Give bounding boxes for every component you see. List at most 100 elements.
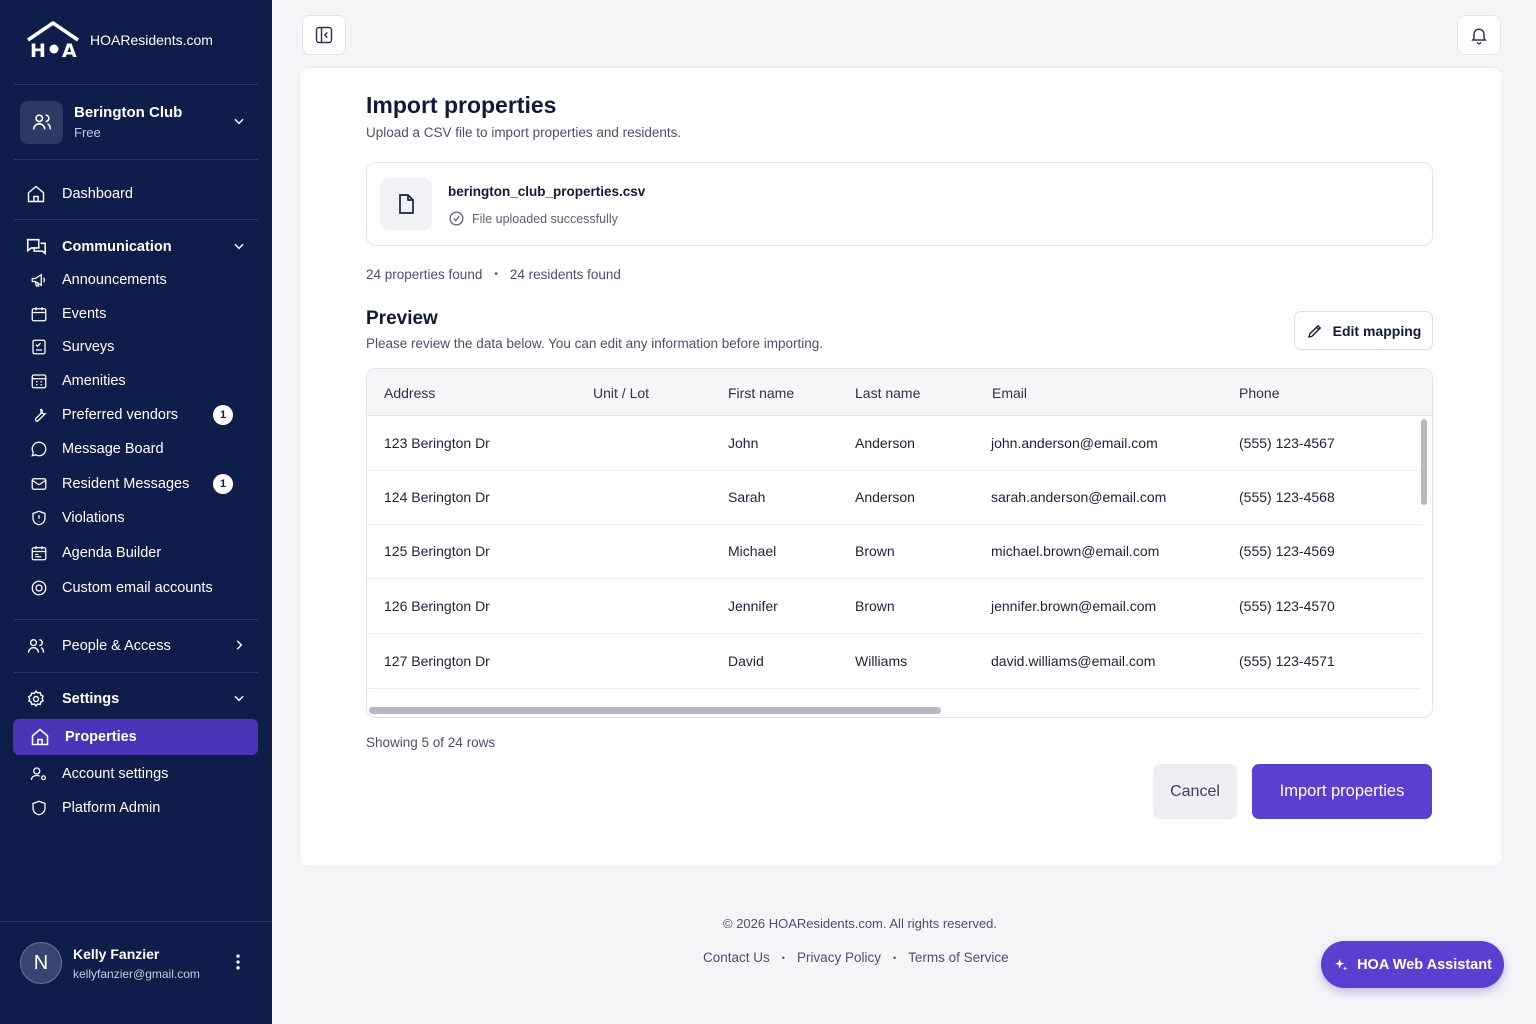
- wrench-icon: [30, 406, 48, 424]
- nav-violations[interactable]: Violations: [14, 501, 258, 535]
- svg-text:A: A: [62, 40, 77, 60]
- cell-address[interactable]: 126 Berington Dr: [384, 598, 490, 614]
- cell-last-name[interactable]: Anderson: [855, 435, 915, 451]
- table-row[interactable]: 126 Berington Dr Jennifer Brown jennifer…: [367, 579, 1422, 634]
- nav-agenda-builder[interactable]: Agenda Builder: [14, 536, 258, 570]
- cell-first-name[interactable]: Jennifer: [728, 598, 778, 614]
- nav-properties[interactable]: Properties: [13, 719, 258, 755]
- file-name: berington_club_properties.csv: [448, 184, 646, 199]
- hoa-logo-icon: H A: [27, 21, 79, 60]
- user-profile[interactable]: N Kelly Fanzier kellyfanzier@gmail.com: [20, 941, 258, 985]
- shield-icon: [30, 799, 48, 817]
- megaphone-icon: [30, 271, 48, 289]
- nav-label: Platform Admin: [62, 800, 161, 816]
- nav-label: Message Board: [62, 441, 164, 457]
- column-header[interactable]: Last name: [855, 385, 920, 401]
- message-circle-icon: [30, 440, 48, 458]
- svg-text:H: H: [30, 40, 46, 60]
- assistant-button[interactable]: HOA Web Assistant: [1321, 941, 1504, 988]
- column-header[interactable]: Unit / Lot: [593, 385, 649, 401]
- cell-phone[interactable]: (555) 123-4567: [1239, 435, 1335, 451]
- user-settings-icon: [30, 765, 48, 783]
- chevron-down-icon: [234, 243, 244, 250]
- cancel-button[interactable]: Cancel: [1153, 764, 1237, 819]
- vertical-scrollbar[interactable]: [1421, 419, 1427, 505]
- nav-label: Communication: [62, 239, 172, 255]
- notifications-button[interactable]: [1457, 15, 1501, 55]
- cell-address[interactable]: 124 Berington Dr: [384, 489, 490, 505]
- nav-events[interactable]: Events: [14, 297, 258, 331]
- nav-account-settings[interactable]: Account settings: [14, 757, 258, 791]
- club-name: Berington Club: [74, 104, 183, 121]
- cell-phone[interactable]: (555) 123-4568: [1239, 489, 1335, 505]
- contact-link[interactable]: Contact Us: [703, 950, 770, 965]
- table-row[interactable]: 127 Berington Dr David Williams david.wi…: [367, 634, 1422, 689]
- nav-platform-admin[interactable]: Platform Admin: [14, 791, 258, 825]
- terms-link[interactable]: Terms of Service: [908, 950, 1009, 965]
- cell-email[interactable]: michael.brown@email.com: [991, 543, 1159, 559]
- column-header[interactable]: Email: [992, 385, 1027, 401]
- column-header[interactable]: First name: [728, 385, 794, 401]
- nav-resident-messages[interactable]: Resident Messages 1: [14, 467, 258, 501]
- cell-phone[interactable]: (555) 123-4570: [1239, 598, 1335, 614]
- nav-label: Violations: [62, 510, 125, 526]
- import-properties-button[interactable]: Import properties: [1252, 764, 1432, 819]
- cell-email[interactable]: david.williams@email.com: [991, 653, 1155, 669]
- table-row[interactable]: 125 Berington Dr Michael Brown michael.b…: [367, 524, 1422, 579]
- horizontal-scrollbar[interactable]: [369, 707, 941, 714]
- import-summary: 24 properties found • 24 residents found: [366, 267, 621, 282]
- cell-first-name[interactable]: David: [728, 653, 764, 669]
- chat-icon: [25, 236, 47, 258]
- cell-last-name[interactable]: Brown: [855, 598, 895, 614]
- nav-label: Resident Messages: [62, 476, 190, 492]
- logo[interactable]: H A HOAResidents.com: [24, 20, 213, 60]
- cell-address[interactable]: 127 Berington Dr: [384, 653, 490, 669]
- cell-email[interactable]: jennifer.brown@email.com: [991, 598, 1156, 614]
- cell-email[interactable]: sarah.anderson@email.com: [991, 489, 1166, 505]
- cell-address[interactable]: 123 Berington Dr: [384, 435, 490, 451]
- sparkle-icon: [1335, 958, 1348, 970]
- cell-phone[interactable]: (555) 123-4571: [1239, 653, 1335, 669]
- collapse-sidebar-button[interactable]: [302, 15, 346, 55]
- nav-surveys[interactable]: Surveys: [14, 330, 258, 364]
- table-row[interactable]: 123 Berington Dr John Anderson john.ande…: [367, 416, 1422, 471]
- nav-people-access[interactable]: People & Access: [14, 629, 258, 663]
- sidebar: H A HOAResidents.com Berington Club Free…: [0, 0, 272, 1024]
- column-header[interactable]: Phone: [1239, 385, 1279, 401]
- nav-label: Amenities: [62, 373, 126, 389]
- file-icon: [380, 178, 432, 230]
- users-icon: [25, 635, 47, 657]
- nav-communication[interactable]: Communication: [14, 230, 258, 264]
- cell-last-name[interactable]: Anderson: [855, 489, 915, 505]
- club-switcher[interactable]: Berington Club Free: [20, 100, 258, 144]
- cell-phone[interactable]: (555) 123-4569: [1239, 543, 1335, 559]
- nav-custom-email[interactable]: Custom email accounts: [14, 571, 258, 605]
- table-row[interactable]: 124 Berington Dr Sarah Anderson sarah.an…: [367, 470, 1422, 525]
- cell-first-name[interactable]: Michael: [728, 543, 776, 559]
- cell-first-name[interactable]: John: [728, 435, 758, 451]
- assistant-label: HOA Web Assistant: [1357, 956, 1492, 973]
- shield-alert-icon: [30, 509, 48, 527]
- column-header[interactable]: Address: [384, 385, 435, 401]
- cell-first-name[interactable]: Sarah: [728, 489, 765, 505]
- nav-settings[interactable]: Settings: [14, 682, 258, 716]
- cell-last-name[interactable]: Brown: [855, 543, 895, 559]
- nav-amenities[interactable]: Amenities: [14, 364, 258, 398]
- amenities-icon: [30, 372, 48, 390]
- user-name: Kelly Fanzier: [73, 945, 160, 962]
- nav-dashboard[interactable]: Dashboard: [14, 177, 258, 211]
- edit-mapping-button[interactable]: Edit mapping: [1294, 311, 1433, 350]
- import-card: Import properties Upload a CSV file to i…: [299, 67, 1503, 867]
- cell-last-name[interactable]: Williams: [855, 653, 907, 669]
- nav-preferred-vendors[interactable]: Preferred vendors 1: [14, 398, 258, 432]
- more-vertical-icon[interactable]: [228, 952, 248, 972]
- cell-address[interactable]: 125 Berington Dr: [384, 543, 490, 559]
- nav-message-board[interactable]: Message Board: [14, 432, 258, 466]
- privacy-link[interactable]: Privacy Policy: [797, 950, 881, 965]
- cell-email[interactable]: john.anderson@email.com: [991, 435, 1158, 451]
- preview-subtitle: Please review the data below. You can ed…: [366, 336, 824, 351]
- nav-announcements[interactable]: Announcements: [14, 263, 258, 297]
- nav-label: Events: [62, 306, 107, 322]
- divider: [14, 619, 258, 620]
- separator-dot: •: [892, 952, 897, 963]
